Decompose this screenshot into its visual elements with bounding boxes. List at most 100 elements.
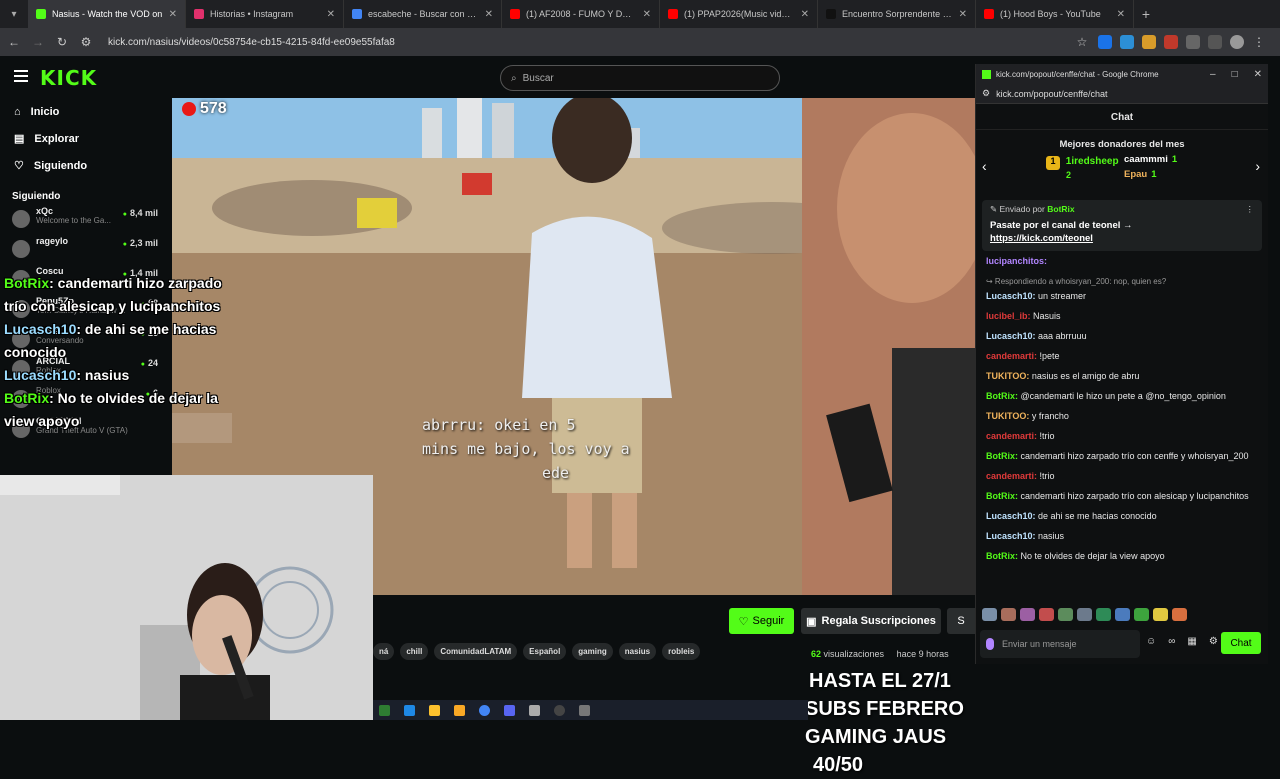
- close-tab-icon[interactable]: ✕: [959, 9, 967, 20]
- chat-username[interactable]: lucibel_ib:: [986, 311, 1031, 321]
- category-tag[interactable]: chill: [400, 643, 429, 660]
- browser-tab[interactable]: escabeche - Buscar con Google ✕: [344, 0, 502, 28]
- site-info-icon[interactable]: ⚙: [78, 35, 94, 49]
- close-tab-icon[interactable]: ✕: [801, 9, 809, 20]
- chat-username[interactable]: Lucasch10:: [986, 511, 1036, 521]
- chat-username[interactable]: TUKITOO:: [986, 371, 1029, 381]
- category-tag[interactable]: ComunidadLATAM: [434, 643, 518, 660]
- close-tab-icon[interactable]: ✕: [169, 9, 177, 20]
- close-tab-icon[interactable]: ✕: [1117, 9, 1125, 20]
- chat-username[interactable]: TUKITOO:: [986, 411, 1029, 421]
- settings-icon[interactable]: [579, 704, 590, 716]
- close-tab-icon[interactable]: ✕: [327, 9, 335, 20]
- chrome-icon[interactable]: [479, 704, 490, 716]
- maximize-icon[interactable]: □: [1232, 69, 1238, 80]
- emote-icon[interactable]: [1020, 608, 1035, 621]
- emote-icon[interactable]: [1058, 608, 1073, 621]
- chevron-right-icon[interactable]: ›: [1255, 158, 1260, 174]
- emote-icon[interactable]: [1172, 608, 1187, 621]
- chat-username[interactable]: BotRix:: [986, 551, 1018, 561]
- browser-tab[interactable]: (1) Hood Boys - YouTube ✕: [976, 0, 1134, 28]
- avatar[interactable]: [1230, 35, 1244, 49]
- close-tab-icon[interactable]: ✕: [485, 9, 493, 20]
- app-icon[interactable]: [404, 704, 415, 716]
- new-tab-button[interactable]: +: [1134, 6, 1158, 22]
- users-icon[interactable]: ∞: [1168, 636, 1175, 647]
- search-input[interactable]: ⌕ Buscar: [500, 65, 780, 91]
- tab-search-button[interactable]: ▾: [0, 0, 28, 28]
- extension-icon[interactable]: [1120, 35, 1134, 49]
- puzzle-icon[interactable]: [1186, 35, 1200, 49]
- chat-username[interactable]: BotRix:: [986, 451, 1018, 461]
- following-channel[interactable]: xQcWelcome to the Ga...8,4 mil: [0, 206, 172, 236]
- chat-username[interactable]: BotRix:: [986, 391, 1018, 401]
- hamburger-menu-icon[interactable]: [14, 70, 28, 82]
- send-chat-button[interactable]: Chat: [1221, 632, 1261, 654]
- bookmark-star-icon[interactable]: ☆: [1074, 35, 1090, 49]
- extension-icon[interactable]: [1098, 35, 1112, 49]
- follow-button[interactable]: ♡ Seguir: [729, 608, 794, 634]
- browser-tab[interactable]: Historias • Instagram ✕: [186, 0, 344, 28]
- emoji-icon[interactable]: ☺: [1146, 636, 1156, 647]
- category-tag[interactable]: gaming: [572, 643, 613, 660]
- gear-icon[interactable]: ⚙: [1209, 636, 1218, 647]
- site-info-icon[interactable]: ⚙: [982, 88, 990, 99]
- extension-icon[interactable]: [1164, 35, 1178, 49]
- browser-tab[interactable]: Encuentro Sorprendente en un ✕: [818, 0, 976, 28]
- gift-subs-button[interactable]: ▣ Regala Suscripciones: [801, 608, 941, 634]
- emote-icon[interactable]: [1039, 608, 1054, 621]
- emote-icon[interactable]: [1153, 608, 1168, 621]
- chat-username[interactable]: Lucasch10:: [986, 531, 1036, 541]
- emote-icon[interactable]: [1115, 608, 1130, 621]
- close-tab-icon[interactable]: ✕: [643, 9, 651, 20]
- browser-tab[interactable]: (1) AF2008 - FUMO Y DESPUÉS ✕: [502, 0, 660, 28]
- chat-username[interactable]: candemarti:: [986, 431, 1037, 441]
- app-icon[interactable]: [429, 704, 440, 716]
- sidebar-item[interactable]: ⌂ Inicio: [0, 98, 172, 125]
- mic-icon[interactable]: [986, 638, 994, 650]
- emote-icon[interactable]: [1077, 608, 1092, 621]
- chat-username[interactable]: Lucasch10:: [986, 291, 1036, 301]
- chat-username[interactable]: Lucasch10:: [986, 331, 1036, 341]
- chevron-left-icon[interactable]: ‹: [982, 158, 987, 174]
- chat-username[interactable]: candemarti:: [986, 471, 1037, 481]
- chat-username[interactable]: BotRix:: [986, 491, 1018, 501]
- folder-icon[interactable]: [454, 704, 465, 716]
- sidebar-item[interactable]: ▤ Explorar: [0, 125, 172, 152]
- back-icon[interactable]: ←: [6, 35, 22, 49]
- more-options-icon[interactable]: ⋮: [1246, 204, 1255, 215]
- obs-icon[interactable]: [554, 704, 565, 716]
- minimize-icon[interactable]: –: [1210, 69, 1216, 80]
- kick-logo[interactable]: KICK: [40, 66, 97, 90]
- popout-url[interactable]: kick.com/popout/cenffe/chat: [996, 89, 1107, 99]
- category-tag[interactable]: Español: [523, 643, 567, 660]
- discord-icon[interactable]: [504, 704, 515, 716]
- emote-icon[interactable]: [1001, 608, 1016, 621]
- emote-icon[interactable]: [1096, 608, 1111, 621]
- pinned-link[interactable]: https://kick.com/teonel: [990, 232, 1254, 245]
- chat-username[interactable]: lucipanchitos:: [986, 256, 1047, 266]
- browser-tab[interactable]: (1) PPAP2026(Music video) - Yo ✕: [660, 0, 818, 28]
- extension-icon[interactable]: [1142, 35, 1156, 49]
- browser-tab[interactable]: Nasius - Watch the VOD on ✕: [28, 0, 186, 28]
- subscribe-button[interactable]: S: [947, 608, 975, 634]
- category-tag[interactable]: nasius: [618, 643, 657, 660]
- emote-icon[interactable]: [982, 608, 997, 621]
- menu-dots-icon[interactable]: ⋮: [1252, 35, 1266, 49]
- category-tag[interactable]: ná: [373, 643, 395, 660]
- chat-message-input[interactable]: Enviar un mensaje: [980, 630, 1140, 658]
- sidebar-item[interactable]: ♡ Siguiendo: [0, 152, 172, 179]
- following-channel[interactable]: rageylo2,3 mil: [0, 236, 172, 266]
- chat-username[interactable]: candemarti:: [986, 351, 1037, 361]
- emote-icon[interactable]: [1134, 608, 1149, 621]
- app-icon[interactable]: [379, 704, 390, 716]
- pinned-by-user[interactable]: BotRix: [1047, 204, 1074, 214]
- category-tag[interactable]: robleis: [662, 643, 701, 660]
- media-icon[interactable]: [1208, 35, 1222, 49]
- store-icon[interactable]: ▦: [1187, 636, 1196, 647]
- reload-icon[interactable]: ↻: [54, 35, 70, 49]
- url-field[interactable]: kick.com/nasius/videos/0c58754e-cb15-421…: [108, 37, 1066, 48]
- app-icon[interactable]: [529, 704, 540, 716]
- forward-icon[interactable]: →: [30, 35, 46, 49]
- close-icon[interactable]: ✕: [1254, 69, 1262, 80]
